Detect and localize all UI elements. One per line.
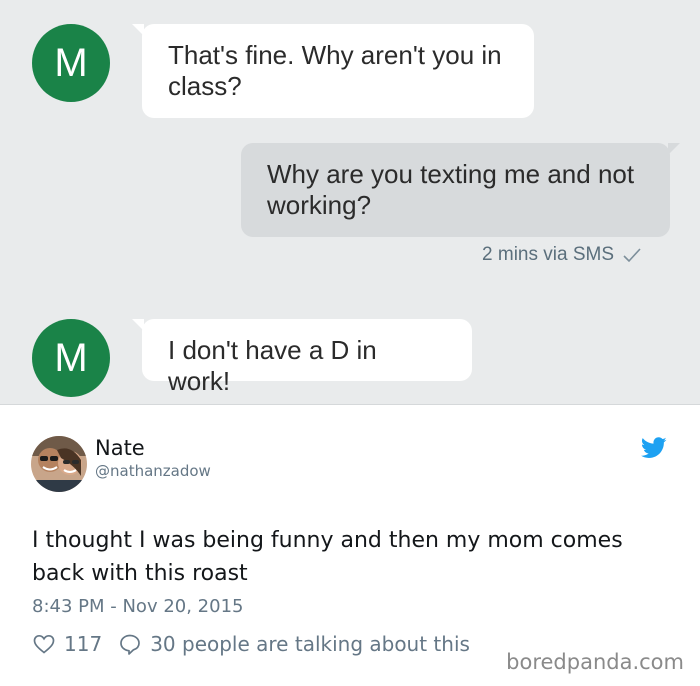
sender-avatar: M — [32, 24, 110, 102]
sender-initial: M — [54, 335, 88, 380]
incoming-message-bubble: That's fine. Why aren't you in class? — [132, 24, 534, 118]
user-handle[interactable]: @nathanzadow — [95, 462, 211, 480]
avatar-photo — [31, 436, 87, 492]
heart-icon[interactable] — [32, 632, 56, 656]
incoming-message-bubble: I don't have a D in work! — [132, 319, 472, 396]
message-text: I don't have a D in work! — [168, 335, 377, 396]
like-count[interactable]: 117 — [64, 632, 102, 656]
tweet-text: I thought I was being funny and then my … — [32, 528, 623, 586]
tweet-timestamp[interactable]: 8:43 PM - Nov 20, 2015 — [32, 596, 243, 617]
checkmark-icon — [623, 248, 641, 263]
reply-bubble-icon[interactable] — [118, 632, 142, 656]
sender-initial: M — [54, 40, 88, 85]
message-status-text: 2 mins via SMS — [482, 244, 614, 265]
twitter-bird-icon[interactable] — [641, 437, 667, 459]
sms-conversation: M That's fine. Why aren't you in class? … — [0, 0, 700, 405]
tweet-actions: 117 30 people are talking about this — [32, 631, 470, 657]
message-text: That's fine. Why aren't you in class? — [168, 40, 502, 101]
watermark: boredpanda.com — [506, 650, 684, 674]
sender-avatar: M — [32, 319, 110, 397]
message-status: 2 mins via SMS — [482, 244, 642, 266]
message-text: Why are you texting me and not working? — [267, 159, 635, 220]
user-avatar[interactable] — [31, 436, 87, 492]
user-display-name[interactable]: Nate — [95, 436, 145, 460]
outgoing-message-bubble: Why are you texting me and not working? — [241, 143, 680, 237]
conversation-count-text[interactable]: 30 people are talking about this — [150, 632, 470, 656]
